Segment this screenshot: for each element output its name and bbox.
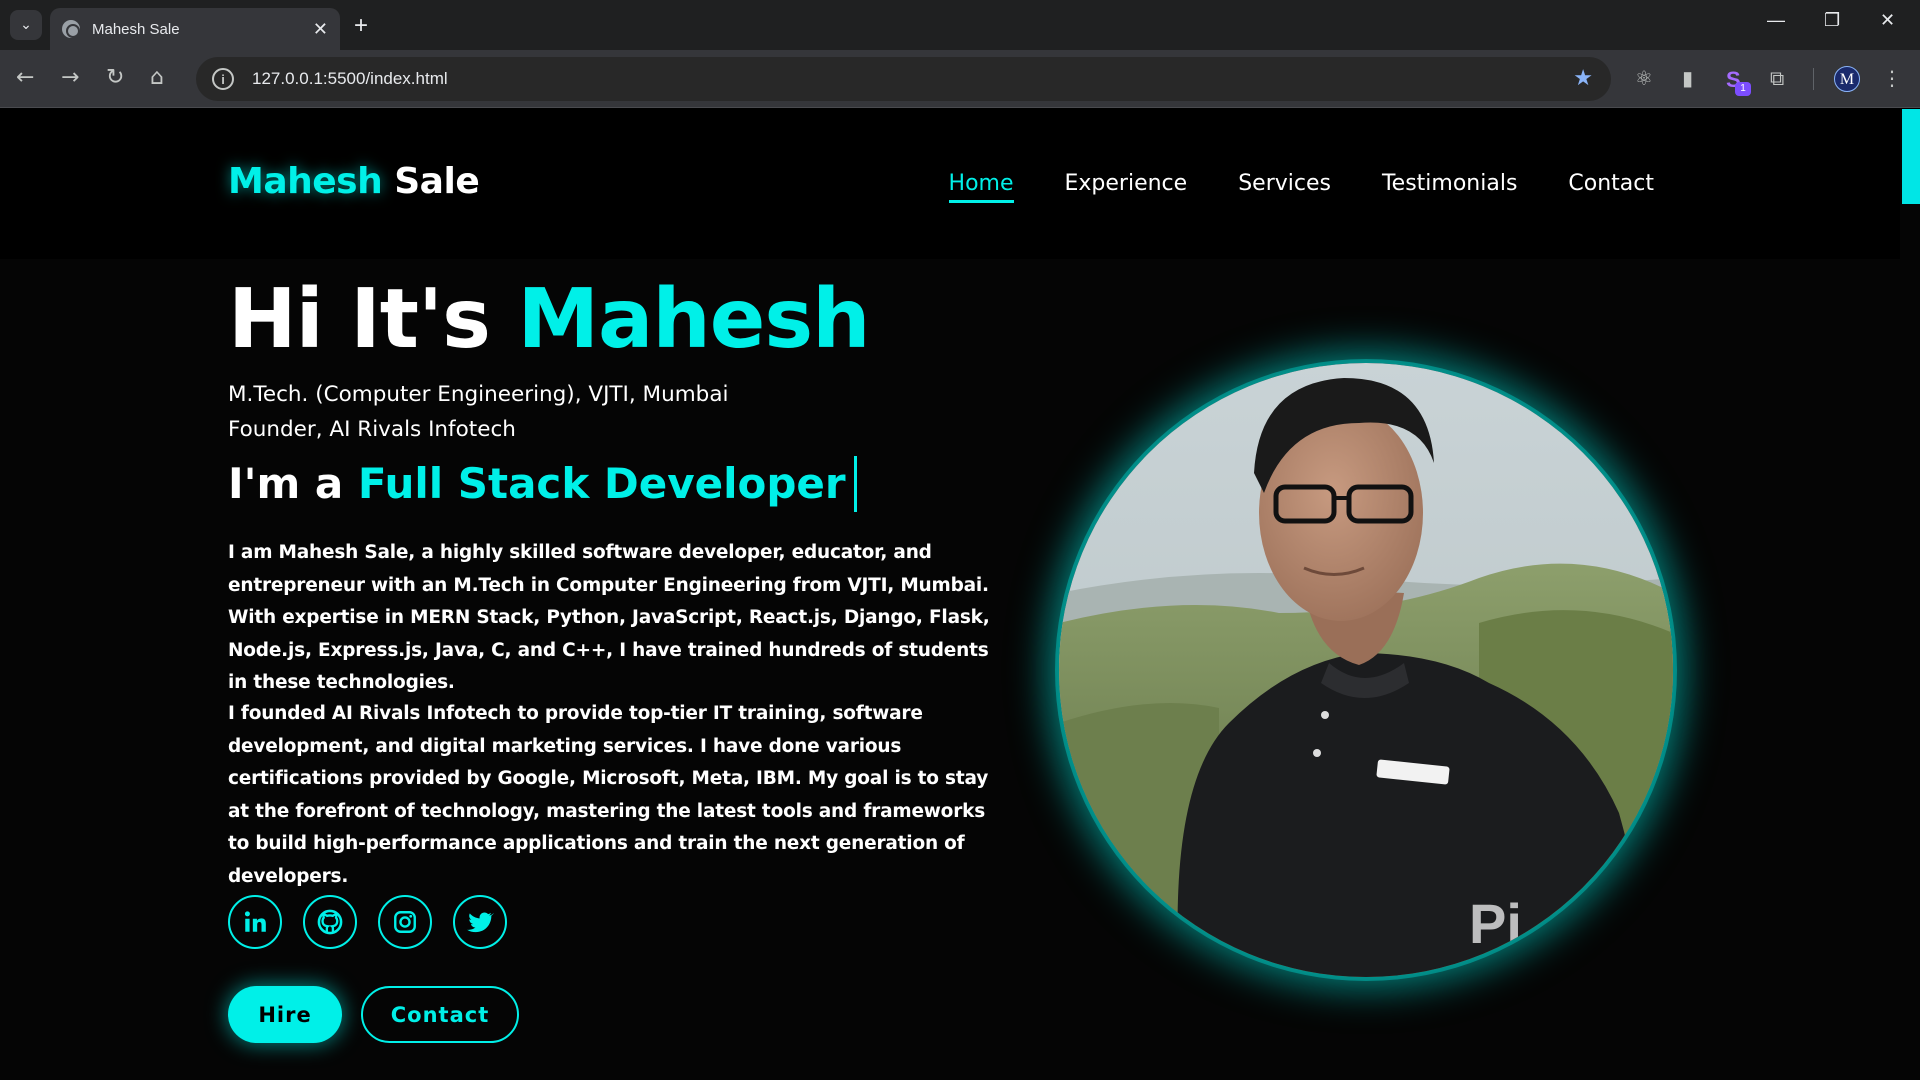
address-bar[interactable]: i 127.0.0.1:5500/index.html ★: [196, 57, 1611, 101]
hero-subtitle-founder: Founder, AI Rivals Infotech: [228, 417, 516, 442]
typing-caret: [853, 456, 857, 512]
linkedin-link[interactable]: [228, 895, 282, 949]
browser-tab[interactable]: Mahesh Sale ✕: [50, 8, 340, 50]
puzzle-extensions-icon[interactable]: ⧉: [1770, 67, 1784, 89]
browser-tab-bar: ⌄ Mahesh Sale ✕ + — ❐ ✕: [0, 0, 1920, 50]
url-text: 127.0.0.1:5500/index.html: [252, 69, 448, 88]
linkedin-icon: [244, 911, 266, 932]
github-link[interactable]: [303, 895, 357, 949]
github-icon: [317, 909, 343, 935]
extension-icon[interactable]: ▮: [1682, 67, 1693, 89]
nav-contact[interactable]: Contact: [1568, 171, 1654, 203]
close-window-icon[interactable]: ✕: [1880, 10, 1895, 31]
tab-title: Mahesh Sale: [92, 20, 180, 38]
bio-paragraph-2: I founded AI Rivals Infotech to provide …: [228, 703, 989, 887]
svg-text:Pi: Pi: [1469, 892, 1522, 955]
twitter-icon: [467, 912, 494, 933]
minimize-icon[interactable]: —: [1767, 10, 1785, 31]
contact-button[interactable]: Contact: [361, 986, 519, 1043]
globe-icon: [62, 20, 80, 38]
nav-home[interactable]: Home: [948, 171, 1014, 203]
main-nav: Home Experience Services Testimonials Co…: [948, 171, 1654, 203]
social-links: [228, 895, 507, 949]
home-icon[interactable]: ⌂: [150, 66, 164, 90]
hero-subtitle-degree: M.Tech. (Computer Engineering), VJTI, Mu…: [228, 382, 729, 407]
hire-button[interactable]: Hire: [228, 986, 342, 1043]
profile-photo-illustration: Pi: [1059, 363, 1673, 977]
new-tab-button[interactable]: +: [354, 12, 368, 40]
profile-photo: Pi: [1059, 363, 1673, 977]
hero-greeting: Hi It's: [228, 272, 518, 367]
logo-first-name: Mahesh: [228, 161, 383, 202]
nav-services[interactable]: Services: [1238, 171, 1331, 203]
tab-search-button[interactable]: ⌄: [10, 10, 42, 40]
profile-avatar[interactable]: M: [1834, 66, 1860, 92]
react-devtools-icon[interactable]: ⚛: [1635, 67, 1653, 89]
bookmark-star-icon[interactable]: ★: [1573, 66, 1593, 91]
restore-icon[interactable]: ❐: [1824, 10, 1840, 31]
nav-testimonials[interactable]: Testimonials: [1382, 171, 1517, 203]
hero-heading: Hi It's Mahesh: [228, 279, 871, 361]
site-header: Mahesh Sale Home Experience Services Tes…: [0, 109, 1900, 259]
extension-badge: 1: [1735, 82, 1751, 96]
reload-icon[interactable]: ↻: [106, 66, 124, 90]
role-prefix: I'm a: [228, 459, 358, 508]
close-tab-icon[interactable]: ✕: [313, 19, 328, 40]
site-info-icon[interactable]: i: [212, 68, 234, 90]
site-logo[interactable]: Mahesh Sale: [228, 161, 480, 202]
browser-toolbar: ← → ↻ ⌂ i 127.0.0.1:5500/index.html ★ ⚛ …: [0, 50, 1920, 108]
hero-name: Mahesh: [517, 272, 870, 367]
role-title: Full Stack Developer: [357, 459, 846, 508]
bio-paragraph-1: I am Mahesh Sale, a highly skilled softw…: [228, 542, 990, 693]
forward-icon[interactable]: →: [61, 66, 79, 90]
toolbar-divider: [1813, 68, 1814, 90]
menu-dots-icon[interactable]: ⋮: [1882, 67, 1902, 89]
logo-last-name: Sale: [382, 161, 480, 202]
instagram-icon: [394, 911, 416, 933]
nav-experience[interactable]: Experience: [1065, 171, 1188, 203]
hero-role: I'm a Full Stack Developer: [228, 456, 857, 512]
page-viewport: Mahesh Sale Home Experience Services Tes…: [0, 109, 1920, 1080]
instagram-link[interactable]: [378, 895, 432, 949]
twitter-link[interactable]: [453, 895, 507, 949]
back-icon[interactable]: ←: [16, 66, 34, 90]
scroll-indicator[interactable]: [1902, 109, 1920, 204]
